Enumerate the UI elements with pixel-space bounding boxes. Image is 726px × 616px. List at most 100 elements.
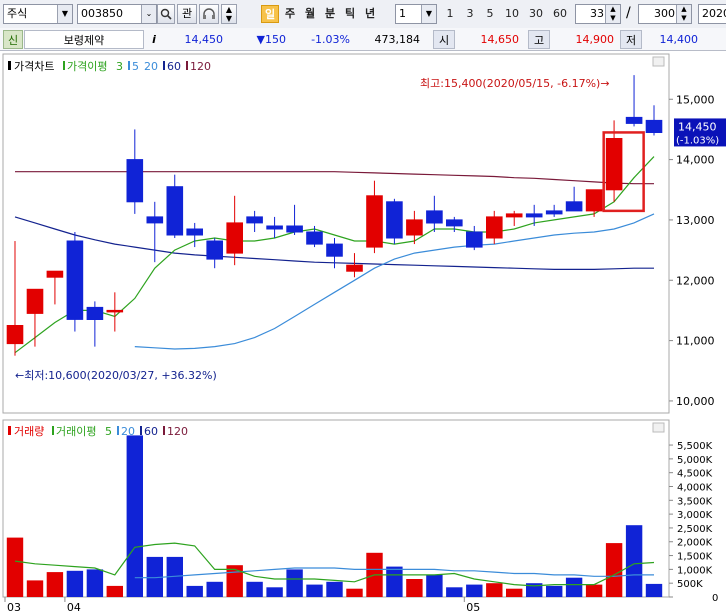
volume-bar	[286, 569, 303, 597]
search-button[interactable]	[157, 4, 175, 24]
candle-body	[6, 325, 24, 345]
volume-tick-label: 3,500K	[677, 496, 713, 507]
volume-bar	[406, 579, 423, 597]
volume-bar	[585, 584, 603, 597]
chevron-down-icon[interactable]: ▼	[421, 5, 436, 23]
quick-count-10[interactable]: 10	[502, 5, 522, 23]
candle-body	[86, 306, 104, 320]
legend-marker	[128, 61, 130, 70]
price-legend-item: 가격이평	[67, 60, 107, 73]
volume-bar	[46, 572, 64, 597]
candle-body	[505, 213, 523, 218]
panel-close-icon	[652, 56, 665, 67]
candle-body	[26, 288, 44, 314]
volume: 473,184	[374, 33, 421, 46]
price-legend-item: 3	[116, 60, 123, 73]
search-icon	[160, 8, 172, 20]
volume-legend-item: 거래이평	[56, 425, 96, 438]
total-input[interactable]: 300 ▲ ▼	[638, 4, 692, 24]
price-tick-label: 13,000	[676, 214, 715, 227]
quick-count-60[interactable]: 60	[550, 5, 570, 23]
legend-marker	[117, 426, 119, 435]
chevron-down-icon[interactable]: ⌄	[141, 5, 156, 23]
candle-body	[366, 195, 383, 248]
volume-bar	[565, 577, 583, 597]
price-tick-label: 11,000	[676, 335, 715, 348]
candle-body	[166, 186, 184, 236]
quick-count-3[interactable]: 3	[462, 5, 478, 23]
panel-close-icon	[652, 422, 665, 433]
volume-tick-label: 0	[712, 593, 718, 604]
tab-period-3[interactable]: 분	[321, 5, 339, 23]
candle-body	[386, 201, 403, 239]
volume-bar	[625, 525, 643, 597]
volume-tick-label: 2,500K	[677, 524, 713, 535]
interest-button[interactable]: 관	[177, 4, 197, 24]
volume-bar	[645, 583, 663, 597]
volume-bar	[126, 435, 143, 597]
volume-tick-label: 1,000K	[677, 565, 713, 576]
volume-bar	[26, 580, 44, 597]
candle-body	[406, 219, 423, 236]
market-select[interactable]: 주식 ▼	[3, 4, 73, 24]
stock-code-value: 003850	[81, 7, 123, 20]
price-legend-item: 60	[167, 60, 181, 73]
candle-body	[266, 225, 283, 230]
candle-body	[206, 240, 223, 260]
stock-code-input[interactable]: 003850 ⌄	[77, 4, 157, 24]
change-rate: -1.03%	[311, 33, 350, 46]
price-tick-label: 12,000	[676, 274, 715, 287]
volume-bar	[66, 570, 84, 597]
legend-marker	[186, 61, 188, 70]
high-label: 고	[528, 30, 550, 49]
volume-bar	[206, 581, 223, 597]
headset-button[interactable]	[199, 4, 219, 24]
volume-legend-item: 120	[167, 425, 188, 438]
open-label: 시	[433, 30, 455, 49]
quick-count-1[interactable]: 1	[442, 5, 458, 23]
volume-bar	[266, 587, 283, 597]
count-value: 33	[590, 7, 604, 20]
volume-bar	[326, 581, 343, 597]
volume-bar	[346, 588, 363, 597]
volume-bar	[106, 585, 123, 597]
date-input[interactable]: 2020	[698, 4, 726, 24]
legend-marker	[140, 426, 142, 435]
stock-chart[interactable]: 15,000 14,000 13,000 12,000 11,000 10,000 5,50…	[0, 52, 726, 614]
candle-body	[545, 210, 563, 215]
low-label: 저	[620, 30, 642, 49]
interval-select[interactable]: 1 ▼	[395, 4, 437, 24]
count-input[interactable]: 33 ▲ ▼	[575, 4, 621, 24]
candle-body	[126, 159, 144, 203]
tab-period-2[interactable]: 월	[301, 5, 319, 23]
current-price: 14,450	[184, 33, 224, 46]
quick-count-30[interactable]: 30	[526, 5, 546, 23]
candle-body	[565, 201, 583, 212]
spin-icon[interactable]: ▲ ▼	[605, 5, 620, 23]
market-label: 주식	[7, 7, 28, 20]
candle-body	[605, 138, 623, 191]
tab-period-0[interactable]: 일	[261, 5, 279, 23]
quick-count-5[interactable]: 5	[482, 5, 498, 23]
x-tick-label: 04	[67, 601, 81, 613]
candle-body	[286, 225, 303, 233]
volume-legend-item: 20	[121, 425, 135, 438]
candle-body	[446, 219, 463, 227]
toolbar: 주식 ▼ 003850 ⌄ 관 ▲ ▼ 일주월분틱년 1 ▼ 1 3 5 10 30 60 …	[0, 0, 726, 29]
volume-bar	[246, 581, 263, 597]
info-button[interactable]: i	[146, 30, 162, 49]
chart-area[interactable]: 15,000 14,000 13,000 12,000 11,000 10,000 5,50…	[0, 52, 726, 614]
candle-body	[246, 216, 263, 224]
interval-value: 1	[399, 7, 406, 20]
tab-period-5[interactable]: 년	[361, 5, 379, 23]
tab-period-1[interactable]: 주	[281, 5, 299, 23]
up-down-button[interactable]: ▲ ▼	[221, 4, 237, 24]
stock-name[interactable]: 보령제약	[24, 30, 144, 49]
volume-tick-label: 1,500K	[677, 552, 713, 563]
high-price: 14,900	[575, 33, 615, 46]
volume-tick-label: 5,000K	[677, 455, 713, 466]
volume-bar	[306, 584, 323, 597]
spin-icon[interactable]: ▲ ▼	[676, 5, 691, 23]
tab-period-4[interactable]: 틱	[341, 5, 359, 23]
dropdown-icon[interactable]: ▼	[57, 5, 72, 23]
